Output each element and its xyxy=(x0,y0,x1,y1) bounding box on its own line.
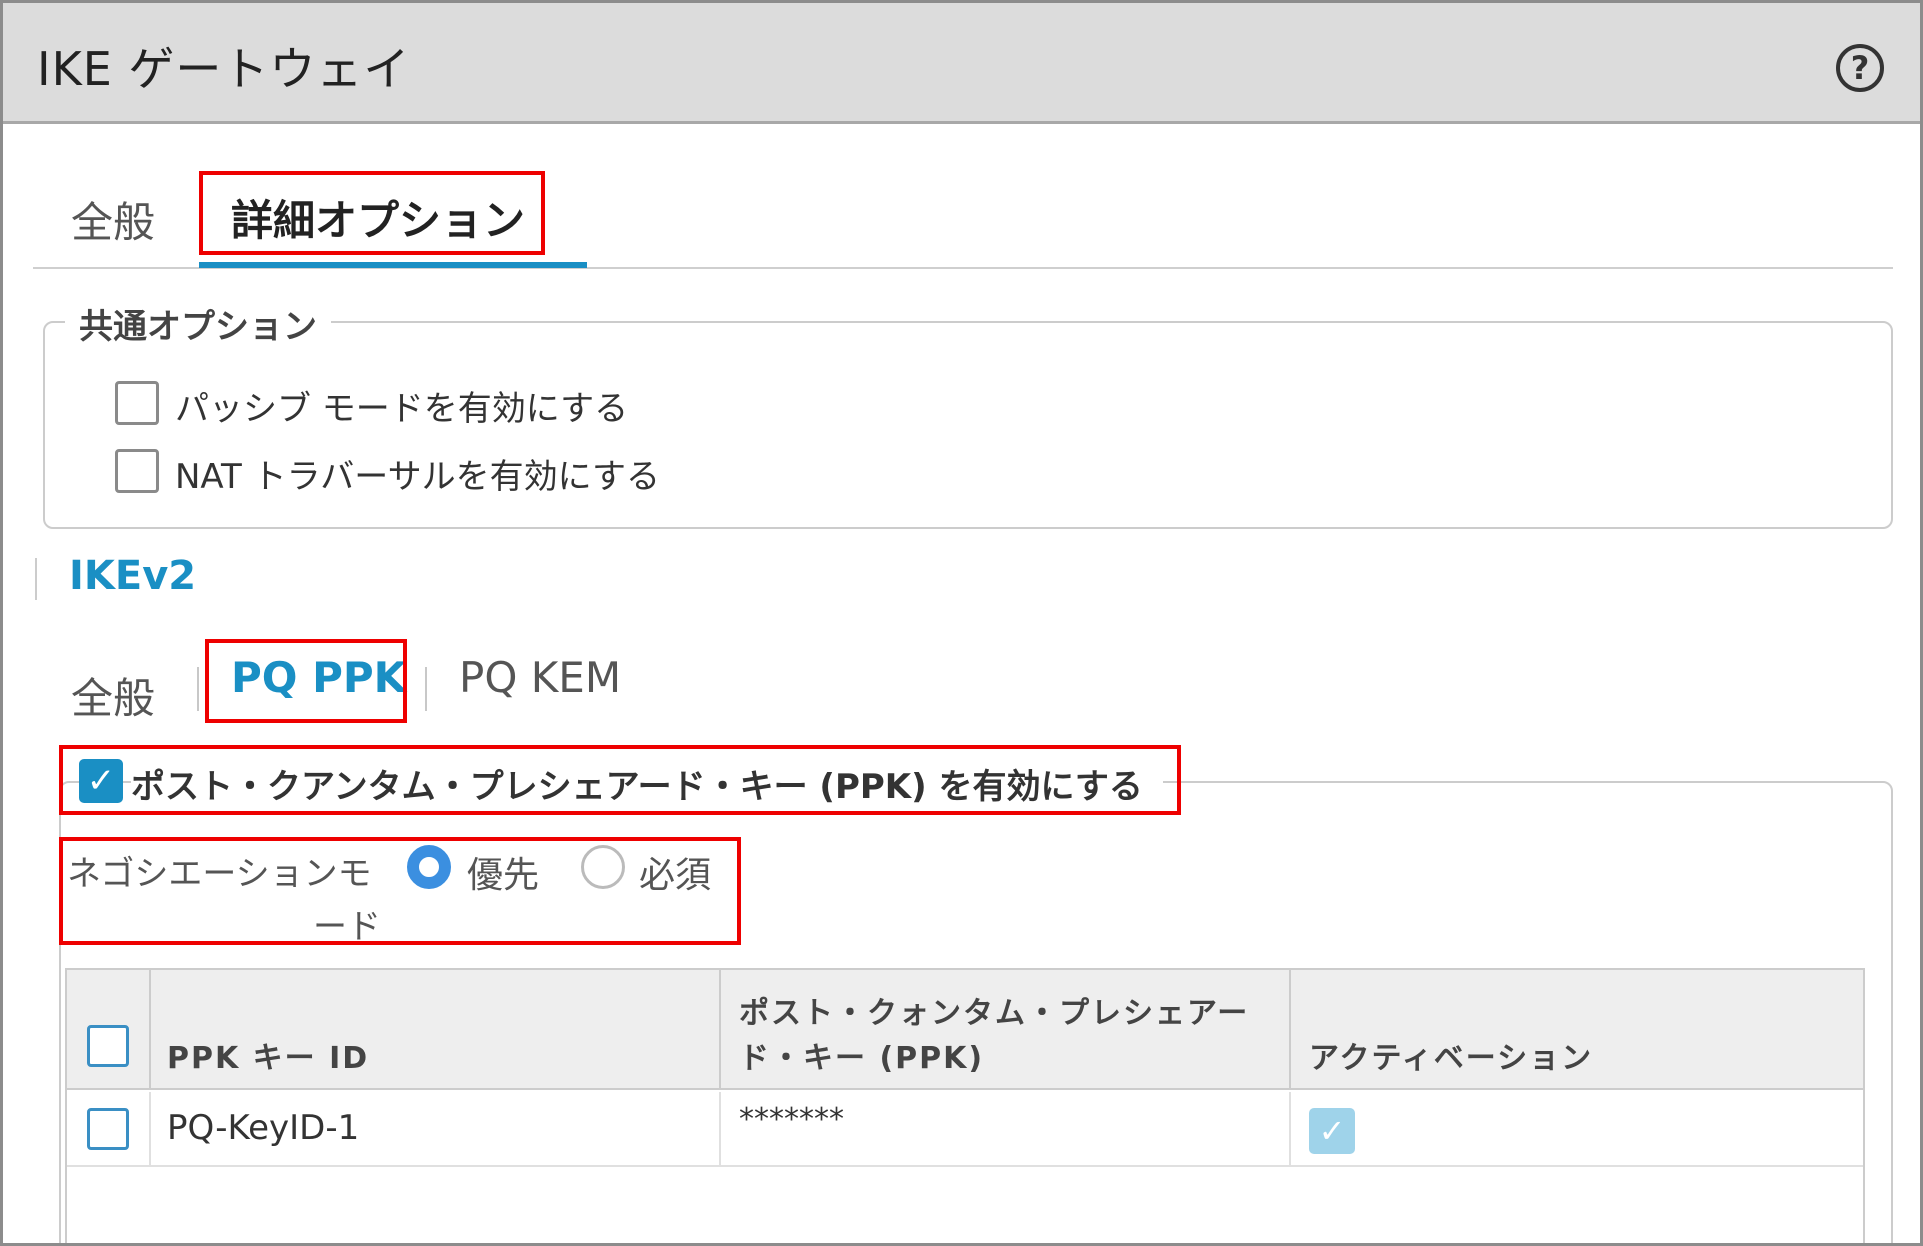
col-activation[interactable]: アクティベーション xyxy=(1291,970,1863,1090)
cell-activation: ✓ xyxy=(1291,1092,1863,1167)
common-options-legend: 共通オプション xyxy=(65,299,331,348)
ikev2-heading[interactable]: IKEv2 xyxy=(69,553,196,599)
table-header: PPK キー ID ポスト・クォンタム・プレシェアー ド・キー (PPK) アク… xyxy=(67,970,1863,1090)
nat-traversal-label: NAT トラバーサルを有効にする xyxy=(175,457,660,497)
cell-key-id: PQ-KeyID-1 xyxy=(151,1092,721,1167)
tab-separator xyxy=(199,191,201,239)
passive-mode-label: パッシブ モードを有効にする xyxy=(175,389,629,429)
radio-required-label: 必須 xyxy=(639,855,712,896)
passive-mode-checkbox[interactable] xyxy=(115,381,159,425)
row-select-cell xyxy=(67,1092,151,1167)
ikev2-tab-general[interactable]: 全般 xyxy=(71,665,155,726)
tab-advanced-options[interactable]: 詳細オプション xyxy=(231,187,525,248)
tab-separator xyxy=(425,667,427,711)
dialog-titlebar: IKE ゲートウェイ ? xyxy=(3,3,1920,124)
cell-ppk: ******* xyxy=(721,1092,1291,1167)
negotiation-mode-label-cont: ード xyxy=(313,907,381,947)
active-tab-underline xyxy=(199,262,587,268)
table-row[interactable]: PQ-KeyID-1 ******* ✓ xyxy=(67,1092,1863,1167)
table-scrollbar[interactable] xyxy=(1863,970,1865,1243)
nat-traversal-checkbox[interactable] xyxy=(115,449,159,493)
tab-separator xyxy=(197,667,199,711)
top-tab-bar: 全般 詳細オプション xyxy=(33,163,1893,269)
tab-general[interactable]: 全般 xyxy=(71,189,155,250)
radio-preferred[interactable] xyxy=(407,845,451,889)
row-select-checkbox[interactable] xyxy=(87,1108,129,1150)
dialog-title: IKE ゲートウェイ xyxy=(37,42,411,96)
select-all-cell xyxy=(67,970,151,1090)
ike-gateway-dialog: IKE ゲートウェイ ? 全般 詳細オプション 共通オプション パッシブ モード… xyxy=(0,0,1923,1246)
negotiation-mode-label: ネゴシエーションモ xyxy=(67,854,372,894)
enable-ppk-label: ポスト・クアンタム・プレシェアード・キー (PPK) を有効にする xyxy=(131,759,1163,808)
ikev2-tab-pq-ppk[interactable]: PQ PPK xyxy=(231,653,406,702)
enable-ppk-checkbox[interactable]: ✓ xyxy=(79,759,123,803)
section-divider xyxy=(35,558,37,600)
ikev2-tab-pq-kem[interactable]: PQ KEM xyxy=(459,653,621,702)
help-icon[interactable]: ? xyxy=(1836,44,1884,92)
col-ppk[interactable]: ポスト・クォンタム・プレシェアー ド・キー (PPK) xyxy=(721,970,1291,1090)
radio-preferred-label: 優先 xyxy=(467,855,540,896)
col-ppk-key-id[interactable]: PPK キー ID xyxy=(151,970,721,1090)
radio-required[interactable] xyxy=(581,845,625,889)
check-icon: ✓ xyxy=(86,761,116,801)
ppk-table: PPK キー ID ポスト・クォンタム・プレシェアー ド・キー (PPK) アク… xyxy=(65,968,1865,1243)
select-all-checkbox[interactable] xyxy=(87,1025,129,1067)
activation-checkbox[interactable]: ✓ xyxy=(1309,1108,1355,1154)
check-icon: ✓ xyxy=(1318,1112,1346,1150)
